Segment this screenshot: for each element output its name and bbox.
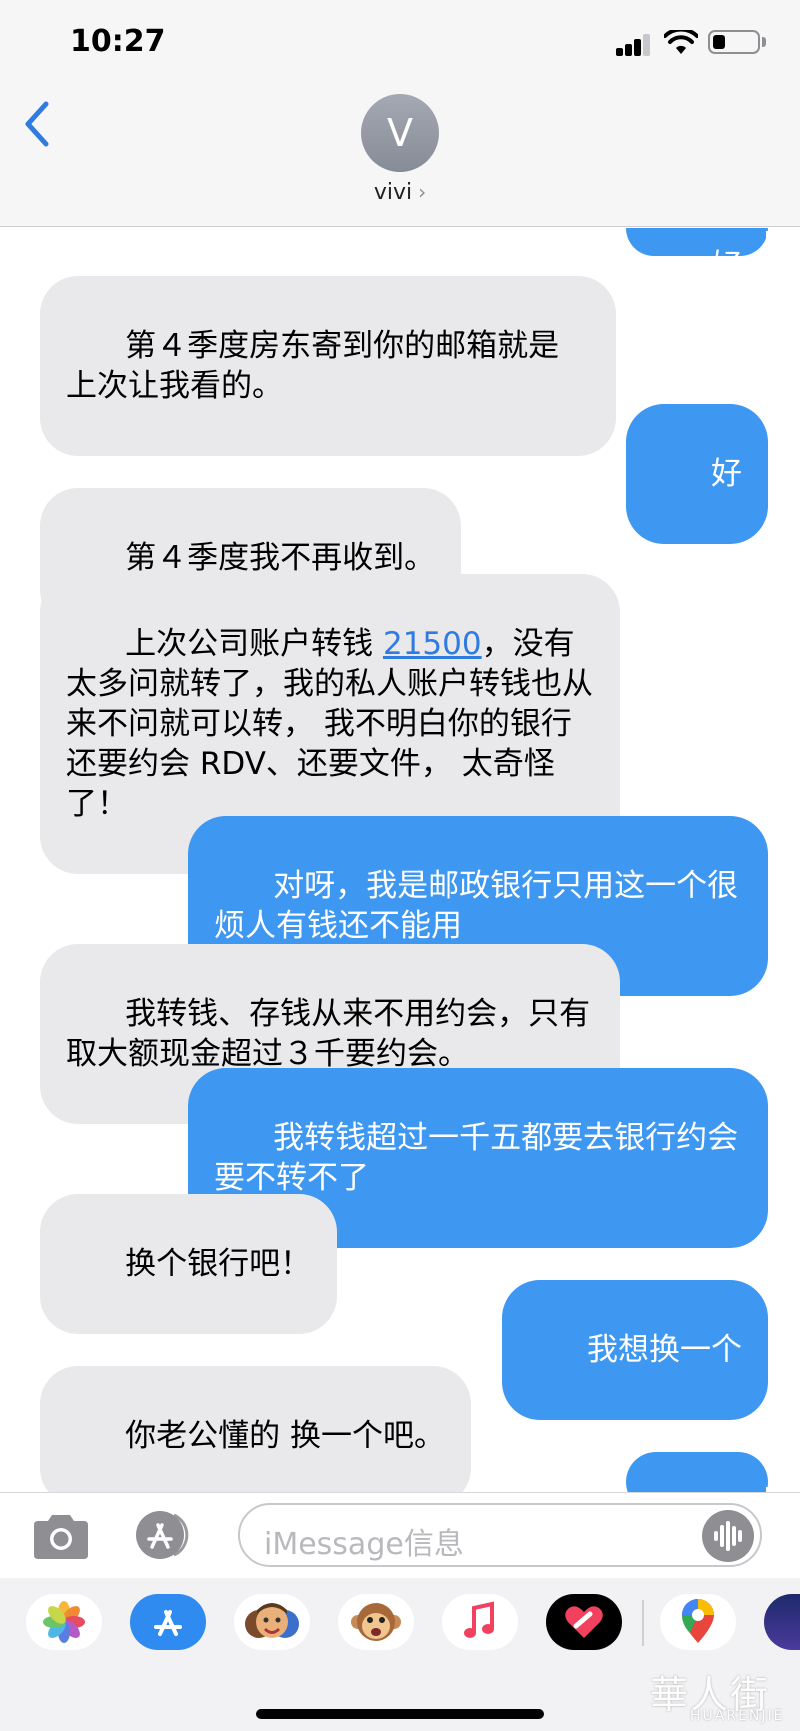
maps-app-icon[interactable] — [660, 1594, 736, 1650]
music-app-icon[interactable] — [442, 1594, 518, 1650]
home-indicator[interactable] — [256, 1709, 544, 1719]
compose-bar: iMessage信息 — [0, 1492, 800, 1578]
contact-name-button[interactable]: vivi › — [0, 180, 800, 205]
contact-name: vivi — [373, 180, 413, 205]
message-input[interactable]: iMessage信息 — [238, 1503, 762, 1567]
message-bubble-received[interactable]: 你老公懂的 换一个吧。 — [22, 1366, 471, 1492]
message-bubble-sent[interactable]: 好 — [625, 404, 787, 545]
status-bar: 10:27 — [0, 0, 800, 80]
night-app-icon[interactable] — [764, 1594, 800, 1650]
app-store-button-icon[interactable] — [134, 1509, 204, 1561]
status-time: 10:27 — [70, 24, 166, 59]
drawer-divider — [642, 1600, 644, 1646]
battery-cap — [762, 37, 766, 47]
message-bubble-received[interactable]: 换个银行吧！ — [21, 1194, 338, 1335]
message-bubble-received[interactable]: 第４季度房东寄到你的邮箱就是上次让我看的。 — [22, 276, 616, 457]
amount-link[interactable]: 21500 — [383, 626, 482, 662]
digital-touch-app-icon[interactable] — [546, 1594, 622, 1650]
app-store-app-icon[interactable] — [130, 1594, 206, 1650]
cellular-signal-icon — [616, 34, 652, 56]
wifi-icon — [664, 30, 698, 54]
chevron-right-icon: › — [418, 180, 427, 204]
camera-icon[interactable] — [30, 1511, 92, 1561]
message-bubble-sent[interactable]: 我想换一个 — [501, 1280, 787, 1421]
imessage-app-drawer: 華人街 HUARENJIE — [0, 1578, 800, 1731]
imessage-screen: 10:27 V vivi › 好 第４季度房东寄到你的邮箱就是上次让我看的。 好… — [0, 0, 800, 1731]
audio-message-icon[interactable] — [702, 1510, 754, 1562]
message-bubble-sent[interactable]: 好 — [625, 228, 787, 284]
battery-icon — [708, 30, 760, 54]
contact-avatar[interactable]: V — [361, 94, 439, 172]
message-bubble-sent[interactable]: 会 — [625, 1452, 787, 1492]
memoji-app-icon[interactable] — [234, 1594, 310, 1650]
conversation-header: V vivi › — [0, 80, 800, 227]
photos-app-icon[interactable] — [26, 1594, 102, 1650]
watermark-logo: 華人街 HUARENJIE — [650, 1673, 785, 1724]
animoji-app-icon[interactable] — [338, 1594, 414, 1650]
message-list[interactable]: 好 第４季度房东寄到你的邮箱就是上次让我看的。 好 第４季度我不再收到。 上次公… — [0, 228, 800, 1492]
back-chevron-icon[interactable] — [18, 96, 58, 152]
message-input-placeholder: iMessage信息 — [264, 1527, 464, 1562]
